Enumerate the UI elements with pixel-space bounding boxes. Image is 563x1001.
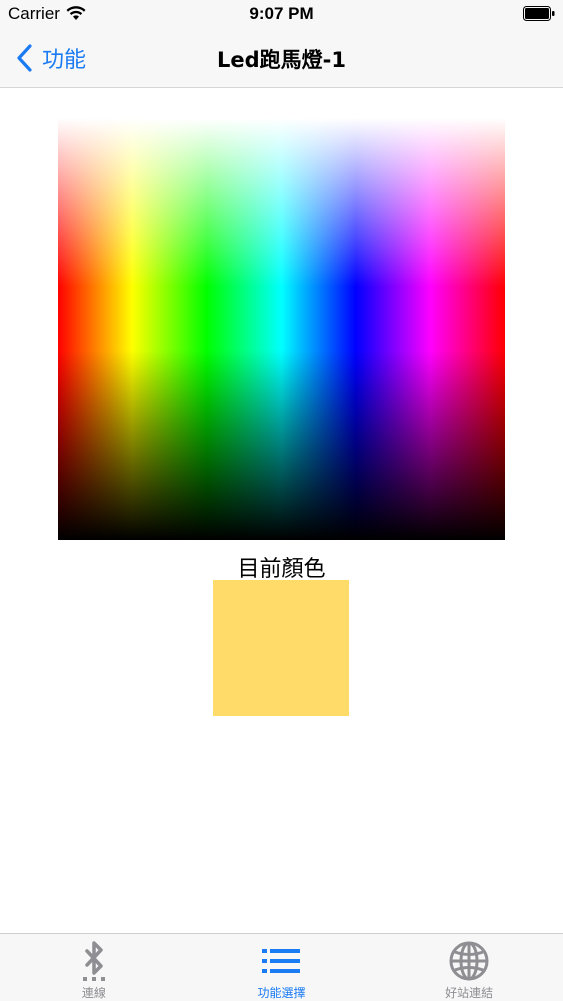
battery-icon: [523, 6, 555, 21]
list-icon: [261, 949, 300, 973]
tab-label: 好站連結: [445, 986, 494, 1000]
tab-label: 功能選擇: [257, 986, 306, 1000]
page-title: Led跑馬燈-1: [217, 48, 346, 72]
current-color-swatch: [213, 580, 349, 716]
status-time: 9:07 PM: [249, 4, 314, 23]
tab-function-select[interactable]: 功能選擇: [188, 934, 376, 1001]
globe-icon: [449, 941, 489, 981]
current-color-label: 目前顏色: [237, 557, 326, 582]
tab-favorite-links[interactable]: 好站連結: [375, 934, 563, 1001]
bluetooth-icon: [82, 941, 105, 981]
navigation-bar: 功能 Led跑馬燈-1: [0, 30, 563, 88]
tab-connection[interactable]: 連線: [0, 934, 188, 1001]
color-picker-palette[interactable]: [58, 118, 505, 540]
tab-label: 連線: [81, 986, 106, 1000]
tab-bar: 連線 功能選擇 好站連結: [0, 933, 563, 1001]
status-bar: Carrier 9:07 PM: [0, 0, 563, 30]
